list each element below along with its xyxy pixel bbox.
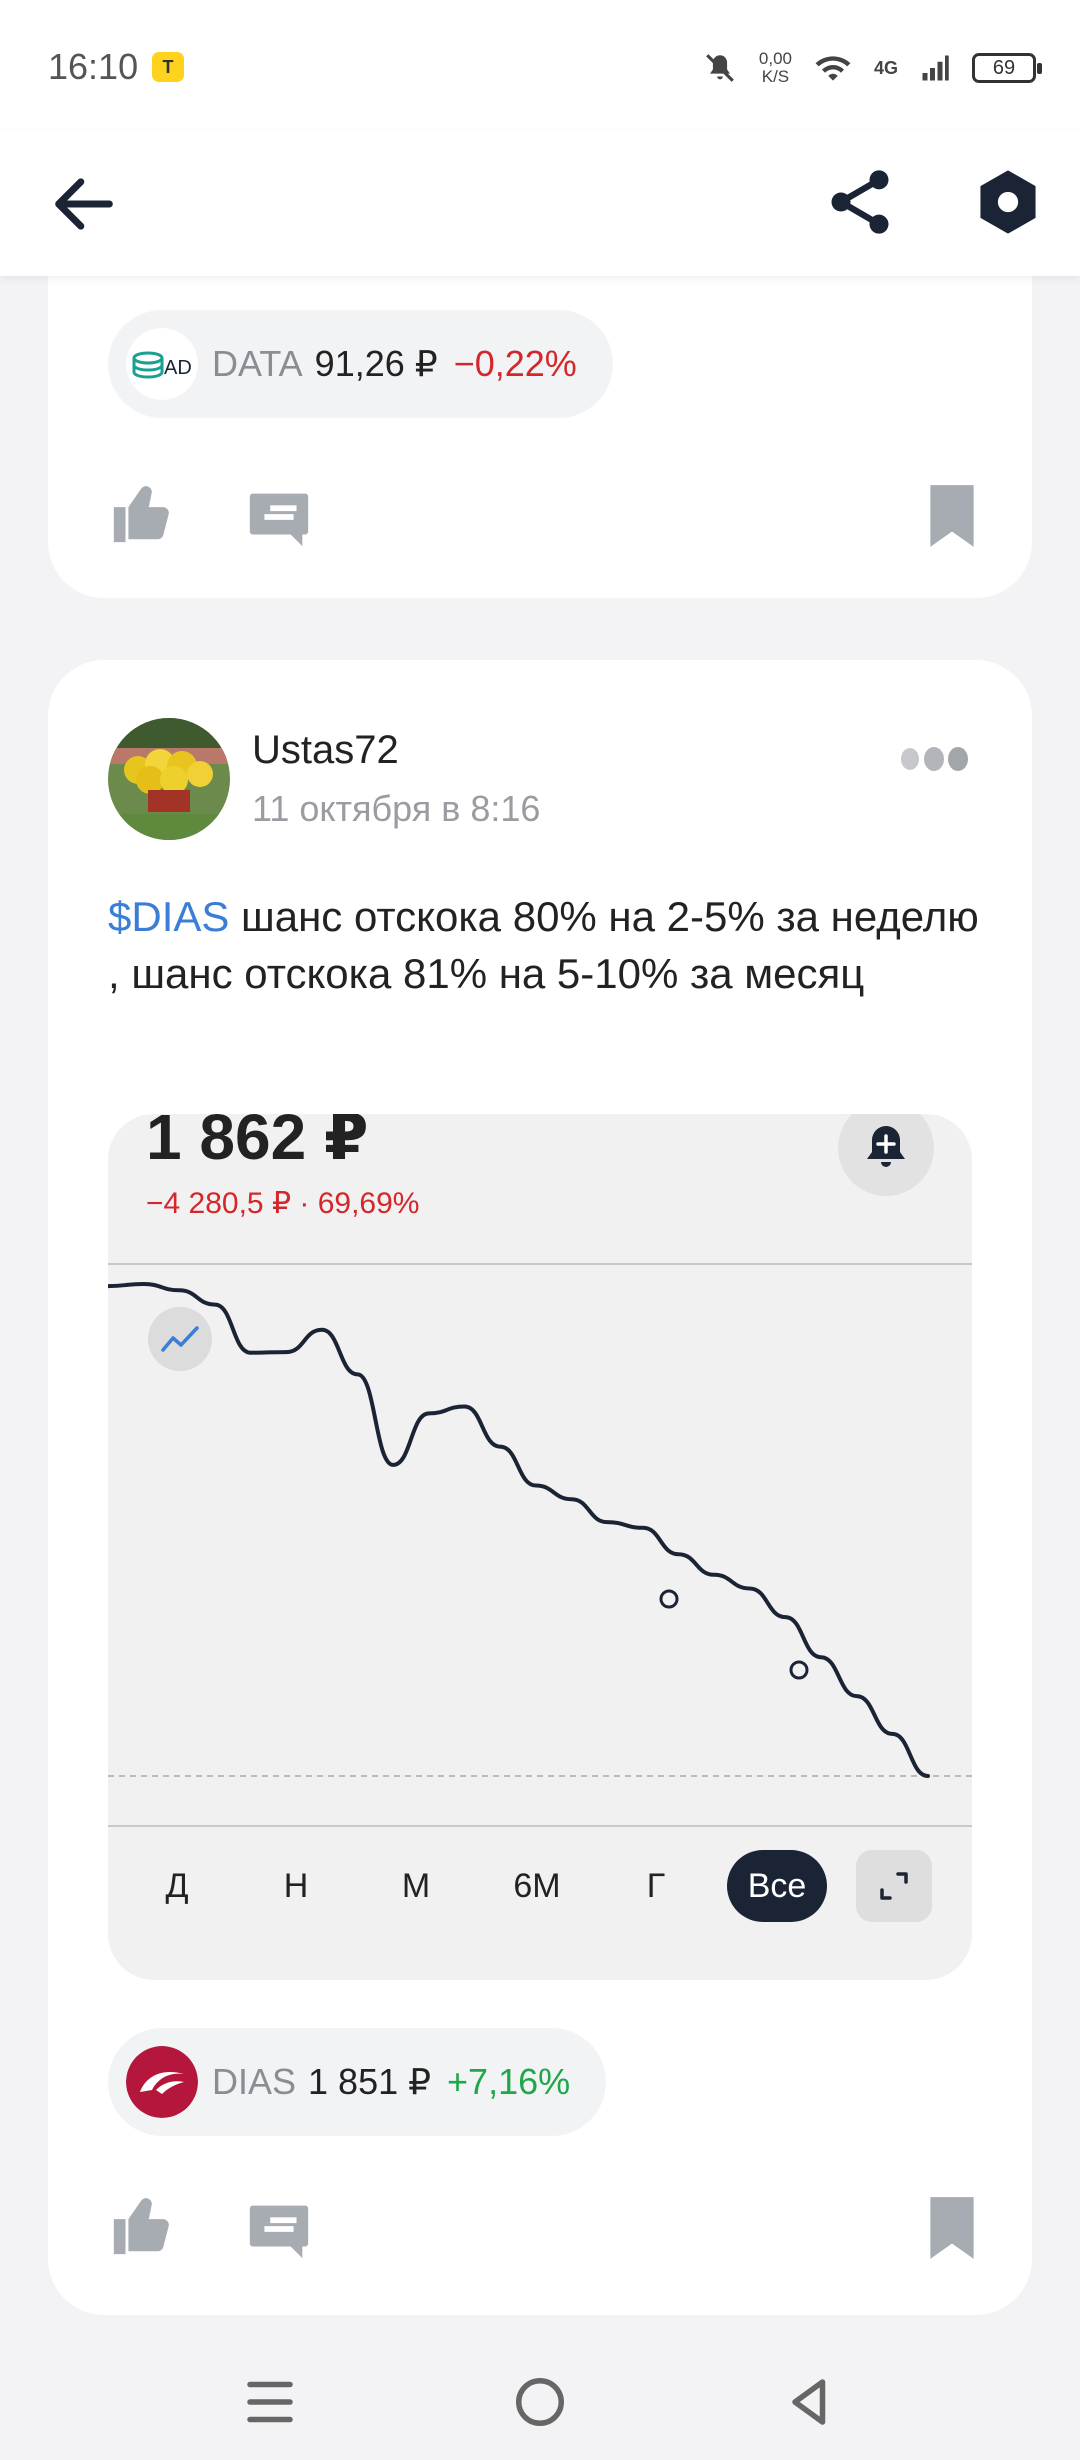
share-icon — [831, 170, 889, 234]
thumbs-up-icon — [113, 2198, 169, 2255]
notification-app-icon: T — [152, 52, 184, 82]
status-bar: 16:10 T 0,00 K/S 4G 69 — [0, 0, 1080, 130]
comment-button[interactable] — [244, 2194, 314, 2264]
ticker-price: 1 851 ₽ — [308, 2061, 432, 2102]
chart-type-toggle[interactable] — [148, 1307, 212, 1371]
price-line — [108, 1282, 930, 1778]
back-triangle-icon — [792, 2379, 826, 2425]
net-speed: 0,00 K/S — [759, 50, 792, 86]
net-speed-unit: K/S — [761, 67, 790, 86]
price-chart-widget: 1 862 ₽ −4 280,5 ₽ · 69,69% Д Н М 6М Г В… — [108, 1114, 972, 1980]
dias-ticker-logo — [126, 2046, 198, 2118]
more-dots-icon — [901, 747, 968, 771]
author-name[interactable]: Ustas72 — [252, 728, 399, 773]
chart-range-selector: Д Н М 6М Г Все — [108, 1838, 972, 1938]
range-week[interactable]: Н — [256, 1850, 336, 1922]
ticker-chip-dias[interactable]: DIAS 1 851 ₽ +7,16% — [108, 2028, 607, 2136]
range-year[interactable]: Г — [616, 1850, 696, 1922]
comment-icon — [249, 2205, 309, 2259]
like-button[interactable] — [108, 478, 178, 548]
share-button[interactable] — [822, 164, 898, 240]
chart-event-marker[interactable] — [789, 1660, 809, 1680]
status-indicators: 0,00 K/S 4G 69 — [703, 40, 1042, 96]
comment-icon — [249, 493, 309, 547]
system-nav-bar — [0, 2344, 1080, 2460]
fullscreen-chart-button[interactable] — [856, 1850, 932, 1922]
more-options-button[interactable] — [900, 744, 972, 774]
expand-icon — [880, 1872, 908, 1900]
home-circle-icon — [516, 2378, 564, 2426]
arrow-left-icon — [55, 178, 113, 230]
range-6-months[interactable]: 6М — [497, 1850, 577, 1922]
status-time: 16:10 — [48, 46, 139, 87]
top-app-bar — [0, 130, 1080, 276]
bookmark-icon — [930, 2197, 974, 2259]
battery-indicator: 69 — [972, 53, 1042, 83]
range-day[interactable]: Д — [137, 1850, 217, 1922]
svg-text:AD: AD — [164, 357, 192, 379]
post-date: 11 октября в 8:16 — [252, 788, 541, 829]
wifi-icon — [815, 56, 851, 81]
chart-price-change: −4 280,5 ₽ · 69,69% — [146, 1187, 420, 1220]
post-text: шанс отскока 80% на 2-5% за неделю , шан… — [108, 893, 979, 997]
back-button[interactable] — [46, 166, 122, 242]
thumbs-up-icon — [113, 486, 169, 543]
range-month[interactable]: М — [376, 1850, 456, 1922]
ticker-chip-data[interactable]: AD DATA 91,26 ₽ −0,22% — [108, 310, 613, 418]
chart-current-price: 1 862 ₽ — [146, 1114, 369, 1173]
post-body: $DIAS шанс отскока 80% на 2-5% за неделю… — [108, 888, 988, 1002]
ticker-name: DIAS — [212, 2061, 297, 2102]
flower-pot-avatar-image — [108, 718, 230, 840]
network-type: 4G — [873, 57, 898, 78]
like-button[interactable] — [108, 2190, 178, 2260]
data-ticker-logo: AD — [126, 328, 198, 400]
ticker-name: DATA — [212, 343, 303, 384]
author-avatar[interactable] — [108, 718, 230, 840]
post-actions — [108, 2190, 978, 2270]
signal-icon — [922, 55, 949, 81]
recent-apps-button[interactable] — [240, 2372, 300, 2432]
bell-muted-icon — [706, 54, 734, 82]
chart-event-marker[interactable] — [659, 1589, 679, 1609]
ticker-price: 91,26 ₽ — [314, 343, 438, 384]
post-actions — [108, 478, 978, 558]
bell-plus-icon — [867, 1126, 905, 1167]
net-speed-value: 0,00 — [758, 49, 792, 68]
ticker-mention-link[interactable]: $DIAS — [108, 893, 229, 940]
ticker-change: −0,22% — [453, 343, 577, 384]
comment-button[interactable] — [244, 482, 314, 552]
hexagon-settings-icon — [980, 170, 1036, 234]
system-back-button[interactable] — [780, 2372, 840, 2432]
bookmark-button[interactable] — [926, 482, 978, 550]
post-card: Ustas72 11 октября в 8:16 $DIAS шанс отс… — [48, 660, 1032, 2315]
menu-icon — [247, 2381, 293, 2423]
range-all[interactable]: Все — [727, 1850, 827, 1922]
ticker-change: +7,16% — [447, 2061, 571, 2102]
home-button[interactable] — [510, 2372, 570, 2432]
settings-button[interactable] — [970, 164, 1046, 240]
bookmark-button[interactable] — [926, 2194, 978, 2262]
price-alert-button[interactable] — [838, 1114, 934, 1196]
bookmark-icon — [930, 485, 974, 547]
